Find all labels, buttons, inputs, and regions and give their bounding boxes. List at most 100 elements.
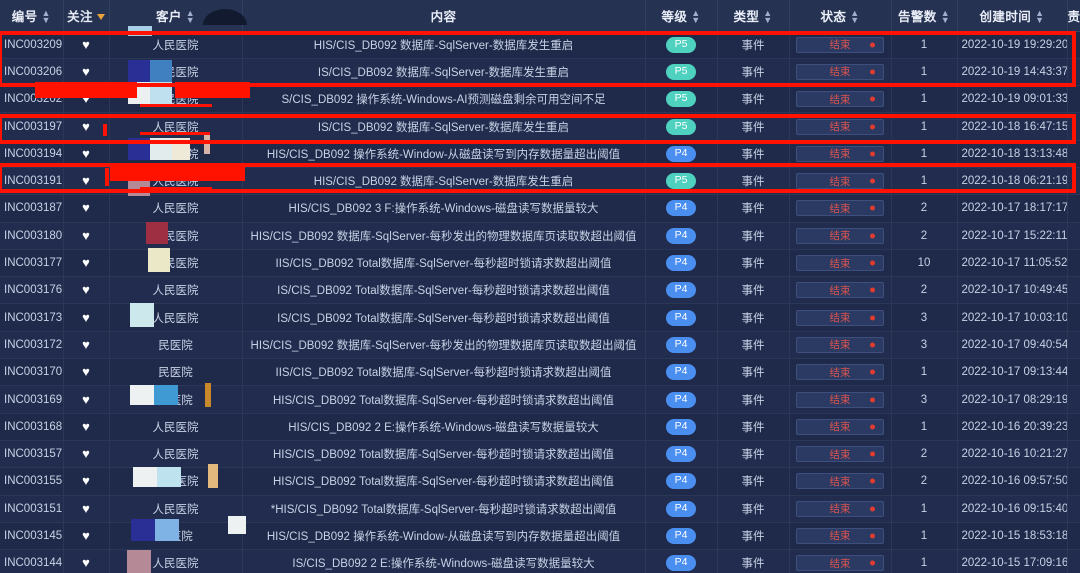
sort-icon[interactable]: ▲ ▼ xyxy=(691,9,700,25)
status-cell[interactable]: 结束 xyxy=(789,303,892,332)
status-button[interactable]: 结束 xyxy=(796,473,884,490)
incident-id-link[interactable]: INC003191 xyxy=(0,167,64,196)
table-row[interactable]: INC003173 ♥ 人民医院 IS/CIS_DB092 Total数据库-SqlS… xyxy=(0,303,1080,332)
favorite-cell[interactable]: ♥ xyxy=(63,549,110,573)
table-row[interactable]: INC003197 ♥ 人民医院 IS/CIS_DB092 数据库-SqlServer… xyxy=(0,112,1080,141)
status-button[interactable]: 结束 xyxy=(796,255,884,272)
table-row[interactable]: INC003157 ♥ 人民医院 HIS/CIS_DB092 Total数据库-Sql… xyxy=(0,440,1080,469)
content-cell[interactable]: HIS/CIS_DB092 操作系统-Window-从磁盘读写到内存数据量超出阈… xyxy=(242,522,646,551)
incident-id-link[interactable]: INC003168 xyxy=(0,413,64,441)
heart-icon[interactable]: ♥ xyxy=(82,392,90,407)
sort-icon[interactable]: ▲ ▼ xyxy=(941,9,950,25)
content-cell[interactable]: IS/CIS_DB092 Total数据库-SqlServer-每秒超时锁请求数… xyxy=(242,303,646,332)
status-button[interactable]: 结束 xyxy=(796,309,884,326)
status-button[interactable]: 结束 xyxy=(796,63,884,80)
status-cell[interactable]: 结束 xyxy=(789,167,892,196)
table-row[interactable]: INC003172 ♥ 民医院 HIS/CIS_DB092 数据库-SqlServer… xyxy=(0,331,1080,360)
status-button[interactable]: 结束 xyxy=(796,200,884,217)
favorite-cell[interactable]: ♥ xyxy=(63,522,110,551)
table-row[interactable]: INC003209 ♥ 人民医院 HIS/CIS_DB092 数据库-SqlServe… xyxy=(0,31,1080,59)
col-header-alarm-count[interactable]: 告警数 ▲ ▼ xyxy=(891,0,958,32)
status-cell[interactable]: 结束 xyxy=(789,222,892,250)
favorite-cell[interactable]: ♥ xyxy=(63,467,110,496)
table-row[interactable]: INC003169 ♥ 民医院 HIS/CIS_DB092 Total数据库-SqlS… xyxy=(0,385,1080,414)
heart-icon[interactable]: ♥ xyxy=(82,446,90,461)
table-row[interactable]: INC003168 ♥ 人民医院 HIS/CIS_DB092 2 E:操作系统-Win… xyxy=(0,413,1080,441)
status-cell[interactable]: 结束 xyxy=(789,31,892,59)
status-cell[interactable]: 结束 xyxy=(789,85,892,114)
status-cell[interactable]: 结束 xyxy=(789,495,892,523)
status-button[interactable]: 结束 xyxy=(796,145,884,162)
table-row[interactable]: INC003155 ♥ 人民医院 HIS/CIS_DB092 Total数据库-Sql… xyxy=(0,467,1080,496)
content-cell[interactable]: HIS/CIS_DB092 Total数据库-SqlServer-每秒超时锁请求… xyxy=(242,467,646,496)
content-cell[interactable]: S/CIS_DB092 操作系统-Windows-AI预测磁盘剩余可用空间不足 xyxy=(242,85,646,114)
favorite-cell[interactable]: ♥ xyxy=(63,276,110,305)
table-row[interactable]: INC003194 ♥ 人民医院 HIS/CIS_DB092 操作系统-Window-… xyxy=(0,140,1080,168)
heart-icon[interactable]: ♥ xyxy=(82,37,90,52)
incident-id-link[interactable]: INC003176 xyxy=(0,276,64,305)
incident-id-link[interactable]: INC003180 xyxy=(0,222,64,250)
favorite-cell[interactable]: ♥ xyxy=(63,140,110,168)
status-cell[interactable]: 结束 xyxy=(789,140,892,168)
heart-icon[interactable]: ♥ xyxy=(82,501,90,516)
status-cell[interactable]: 结束 xyxy=(789,276,892,305)
favorite-cell[interactable]: ♥ xyxy=(63,194,110,223)
incident-id-link[interactable]: INC003155 xyxy=(0,467,64,496)
sort-icon[interactable]: ▲ ▼ xyxy=(763,9,772,25)
status-button[interactable]: 结束 xyxy=(796,36,884,53)
table-row[interactable]: INC003151 ♥ 人民医院 *HIS/CIS_DB092 Total数据库-Sq… xyxy=(0,495,1080,523)
heart-icon[interactable]: ♥ xyxy=(82,528,90,543)
table-row[interactable]: INC003202 ♥ 人民医院 S/CIS_DB092 操作系统-Windows-A… xyxy=(0,85,1080,114)
incident-id-link[interactable]: INC003172 xyxy=(0,331,64,360)
incident-id-link[interactable]: INC003170 xyxy=(0,358,64,387)
status-button[interactable]: 结束 xyxy=(796,91,884,108)
incident-id-link[interactable]: INC003144 xyxy=(0,549,64,573)
table-row[interactable]: INC003176 ♥ 人民医院 IS/CIS_DB092 Total数据库-SqlS… xyxy=(0,276,1080,305)
table-row[interactable]: INC003206 ♥ 人民医院 IS/CIS_DB092 数据库-SqlServer… xyxy=(0,58,1080,87)
content-cell[interactable]: HIS/CIS_DB092 操作系统-Window-从磁盘读写到内存数据量超出阈… xyxy=(242,140,646,168)
favorite-cell[interactable]: ♥ xyxy=(63,303,110,332)
status-button[interactable]: 结束 xyxy=(796,418,884,435)
incident-id-link[interactable]: INC003145 xyxy=(0,522,64,551)
content-cell[interactable]: HIS/CIS_DB092 数据库-SqlServer-数据库发生重启 xyxy=(242,31,646,59)
content-cell[interactable]: IS/CIS_DB092 2 E:操作系统-Windows-磁盘读写数据量较大 xyxy=(242,549,646,573)
status-cell[interactable]: 结束 xyxy=(789,522,892,551)
favorite-cell[interactable]: ♥ xyxy=(63,413,110,441)
status-button[interactable]: 结束 xyxy=(796,282,884,299)
heart-icon[interactable]: ♥ xyxy=(82,555,90,570)
table-row[interactable]: INC003145 ♥ 民医院 HIS/CIS_DB092 操作系统-Window-从… xyxy=(0,522,1080,551)
content-cell[interactable]: HIS/CIS_DB092 2 E:操作系统-Windows-磁盘读写数据量较大 xyxy=(242,413,646,441)
table-row[interactable]: INC003187 ♥ 人民医院 HIS/CIS_DB092 3 F:操作系统-Win… xyxy=(0,194,1080,223)
heart-icon[interactable]: ♥ xyxy=(82,255,90,270)
incident-id-link[interactable]: INC003151 xyxy=(0,495,64,523)
sort-icon[interactable]: ▲ ▼ xyxy=(42,9,51,25)
status-button[interactable]: 结束 xyxy=(796,391,884,408)
col-header-type[interactable]: 类型 ▲ ▼ xyxy=(717,0,790,32)
incident-id-link[interactable]: INC003169 xyxy=(0,385,64,414)
content-cell[interactable]: HIS/CIS_DB092 Total数据库-SqlServer-每秒超时锁请求… xyxy=(242,440,646,469)
table-row[interactable]: INC003170 ♥ 民医院 IIS/CIS_DB092 Total数据库-SqlS… xyxy=(0,358,1080,387)
col-header-level[interactable]: 等级 ▲ ▼ xyxy=(645,0,718,32)
status-button[interactable]: 结束 xyxy=(796,446,884,463)
col-header-next-partial[interactable]: 责 xyxy=(1067,0,1080,32)
incident-id-link[interactable]: INC003157 xyxy=(0,440,64,469)
table-row[interactable]: INC003180 ♥ 人民医院 HIS/CIS_DB092 数据库-SqlServe… xyxy=(0,222,1080,250)
favorite-cell[interactable]: ♥ xyxy=(63,85,110,114)
table-row[interactable]: INC003177 ♥ 人民医院 IIS/CIS_DB092 Total数据库-Sql… xyxy=(0,249,1080,278)
heart-icon[interactable]: ♥ xyxy=(82,91,90,106)
content-cell[interactable]: HIS/CIS_DB092 数据库-SqlServer-每秒发出的物理数据库页读… xyxy=(242,222,646,250)
heart-icon[interactable]: ♥ xyxy=(82,173,90,188)
filter-icon[interactable] xyxy=(96,14,105,21)
status-button[interactable]: 结束 xyxy=(796,555,884,572)
incident-id-link[interactable]: INC003202 xyxy=(0,85,64,114)
sort-icon[interactable]: ▲ ▼ xyxy=(186,9,195,25)
incident-id-link[interactable]: INC003177 xyxy=(0,249,64,278)
favorite-cell[interactable]: ♥ xyxy=(63,31,110,59)
col-header-created-time[interactable]: 创建时间 ▲ ▼ xyxy=(957,0,1068,32)
col-header-status[interactable]: 状态 ▲ ▼ xyxy=(789,0,892,32)
favorite-cell[interactable]: ♥ xyxy=(63,385,110,414)
col-header-content[interactable]: 内容 xyxy=(242,0,646,32)
status-button[interactable]: 结束 xyxy=(796,227,884,244)
status-cell[interactable]: 结束 xyxy=(789,112,892,141)
heart-icon[interactable]: ♥ xyxy=(82,473,90,488)
